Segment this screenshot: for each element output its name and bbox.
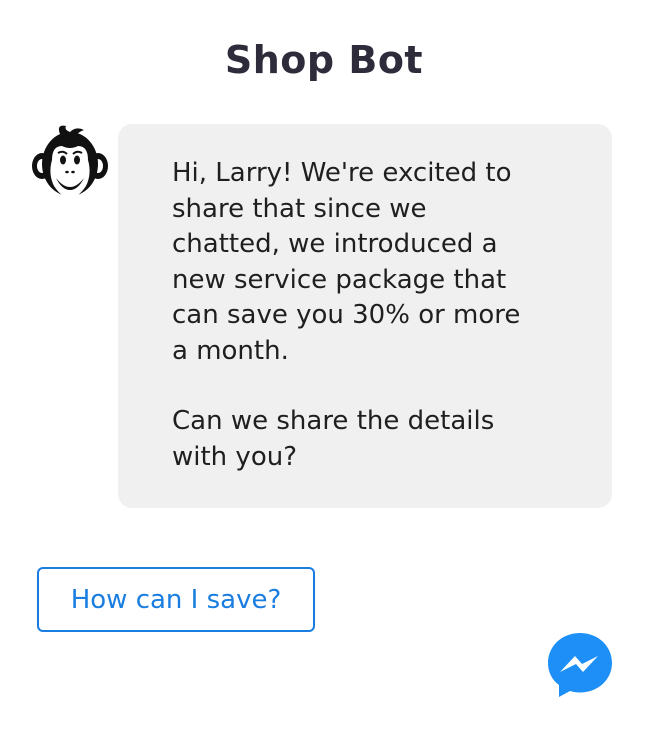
messenger-button[interactable] xyxy=(545,630,615,700)
page-title: Shop Bot xyxy=(224,38,424,82)
quick-reply-button[interactable]: How can I save? xyxy=(37,567,315,632)
bot-message-bubble: Hi, Larry! We're excited to share that s… xyxy=(118,124,612,508)
monkey-logo-icon xyxy=(32,125,108,198)
messenger-icon xyxy=(548,633,612,697)
message-paragraph: Hi, Larry! We're excited to share that s… xyxy=(172,158,521,366)
bot-avatar xyxy=(30,122,110,206)
message-paragraph: Can we share the details with you? xyxy=(172,406,495,472)
